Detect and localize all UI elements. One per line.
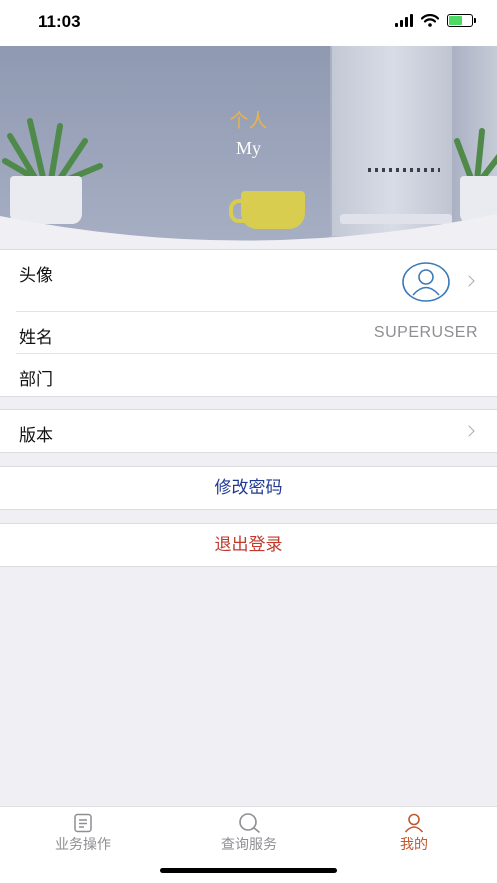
status-icons — [395, 14, 476, 27]
name-value: SUPERUSER — [373, 324, 478, 341]
tab-label: 业务操作 — [55, 837, 111, 853]
wifi-icon — [421, 14, 439, 27]
chevron-right-icon — [463, 275, 475, 287]
avatar-row[interactable]: 头像 — [16, 250, 497, 312]
tab-me[interactable]: 我的 — [331, 807, 497, 855]
version-section: 版本 — [0, 409, 497, 453]
version-label: 版本 — [19, 426, 53, 446]
search-icon — [239, 813, 260, 833]
tab-business-operations[interactable]: 业务操作 — [0, 807, 166, 855]
profile-info-section: 头像 姓名 SUPERUSER 部门 — [0, 249, 497, 397]
department-row: 部门 — [16, 354, 497, 396]
change-password-button[interactable]: 修改密码 — [0, 467, 497, 509]
status-time: 11:03 — [38, 12, 81, 31]
page-subtitle: My — [235, 138, 261, 158]
chevron-right-icon — [463, 425, 475, 437]
profile-header-banner: 个人 My — [0, 46, 497, 249]
change-password-section: 修改密码 — [0, 466, 497, 510]
name-label: 姓名 — [19, 328, 53, 348]
tab-query-service[interactable]: 查询服务 — [166, 807, 332, 855]
document-icon — [74, 813, 92, 833]
logout-section: 退出登录 — [0, 523, 497, 567]
avatar-label: 头像 — [19, 266, 53, 286]
name-row: 姓名 SUPERUSER — [16, 312, 497, 354]
person-icon — [404, 813, 424, 833]
home-indicator[interactable] — [160, 868, 337, 873]
version-row[interactable]: 版本 — [16, 410, 497, 452]
department-label: 部门 — [19, 370, 53, 390]
status-bar: 11:03 — [0, 0, 497, 46]
page-title: 个人 — [229, 110, 268, 132]
cellular-signal-icon — [395, 14, 413, 27]
avatar[interactable] — [402, 262, 450, 302]
tab-label: 查询服务 — [221, 837, 277, 853]
tab-label: 我的 — [400, 837, 428, 853]
battery-icon — [447, 14, 476, 27]
logout-button[interactable]: 退出登录 — [0, 524, 497, 566]
